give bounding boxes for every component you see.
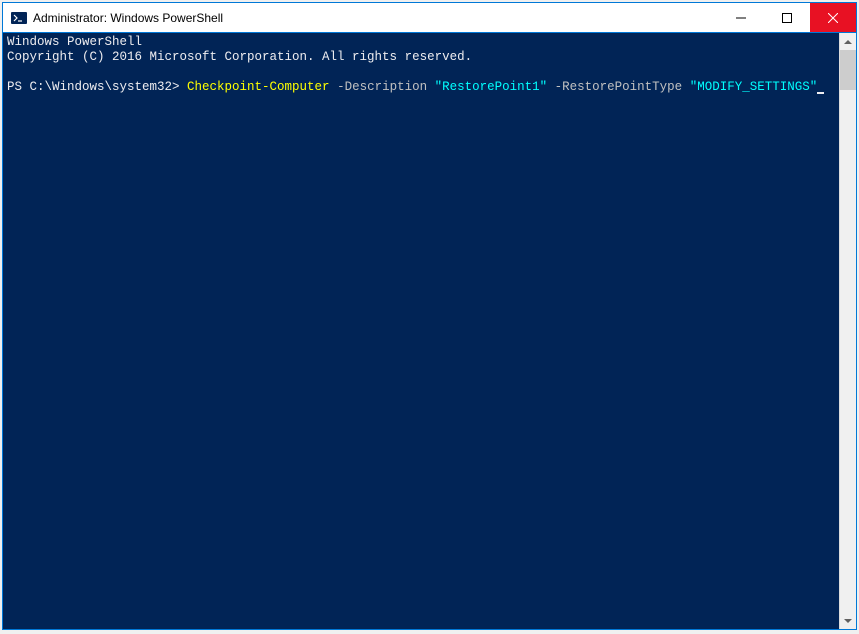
maximize-button[interactable] — [764, 3, 810, 32]
scrollbar-thumb[interactable] — [840, 50, 856, 90]
powershell-icon — [11, 10, 27, 26]
copyright-line: Copyright (C) 2016 Microsoft Corporation… — [7, 50, 835, 65]
minimize-button[interactable] — [718, 3, 764, 32]
value-description: "RestorePoint1" — [435, 80, 548, 94]
terminal-output[interactable]: Windows PowerShellCopyright (C) 2016 Mic… — [3, 33, 839, 629]
value-restorepointtype: "MODIFY_SETTINGS" — [690, 80, 818, 94]
content-area: Windows PowerShellCopyright (C) 2016 Mic… — [3, 33, 856, 629]
blank-line — [7, 65, 835, 80]
cmdlet: Checkpoint-Computer — [187, 80, 330, 94]
param-description: -Description — [337, 80, 427, 94]
command-line: PS C:\Windows\system32> Checkpoint-Compu… — [7, 80, 835, 95]
window-title: Administrator: Windows PowerShell — [33, 11, 718, 25]
close-button[interactable] — [810, 3, 856, 32]
window-controls — [718, 3, 856, 32]
vertical-scrollbar[interactable] — [839, 33, 856, 629]
scrollbar-track[interactable] — [840, 50, 856, 612]
scrollbar-down-button[interactable] — [840, 612, 856, 629]
scrollbar-up-button[interactable] — [840, 33, 856, 50]
banner-line: Windows PowerShell — [7, 35, 835, 50]
prompt: PS C:\Windows\system32> — [7, 80, 187, 94]
powershell-window: Administrator: Windows PowerShell Window… — [2, 2, 857, 630]
titlebar[interactable]: Administrator: Windows PowerShell — [3, 3, 856, 33]
param-restorepointtype: -RestorePointType — [555, 80, 683, 94]
cursor — [817, 92, 824, 94]
